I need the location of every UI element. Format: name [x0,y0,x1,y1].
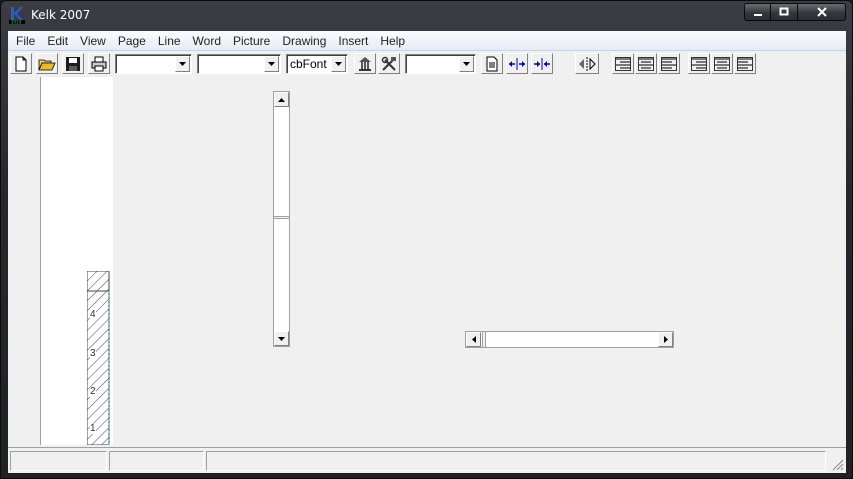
paragraph-center-icon [714,56,730,71]
align-right-button[interactable] [612,53,634,74]
contract-button[interactable] [531,53,553,74]
ruler-label-4: 4 [90,309,96,320]
client-area: File Edit View Page Line Word Picture Dr… [8,31,846,473]
toolbar: cbFont [8,52,846,74]
minimize-button[interactable] [744,3,771,21]
page-setup-button[interactable] [481,53,503,74]
flip-button[interactable] [575,53,599,74]
contract-arrows-icon [534,57,550,70]
save-button[interactable] [62,53,84,74]
chevron-down-icon[interactable] [331,56,346,72]
new-document-icon [15,56,27,71]
maximize-icon [779,7,789,16]
vertical-scrollbar[interactable] [273,91,290,347]
para-align-left-button[interactable] [734,53,756,74]
scroll-up-button[interactable] [274,92,289,107]
para-align-center-button[interactable] [711,53,733,74]
menu-insert[interactable]: Insert [332,32,374,50]
expand-button[interactable] [506,53,528,74]
align-left-icon [661,56,677,71]
scroll-thumb[interactable] [274,216,289,219]
font-combo[interactable]: cbFont [286,54,348,74]
expand-arrows-icon [509,57,525,70]
menu-page[interactable]: Page [112,32,152,50]
kelk-app-icon: 2010 [9,7,25,25]
close-button[interactable] [798,3,846,21]
menu-view[interactable]: View [74,32,112,50]
zoom-combo[interactable] [405,54,476,74]
arrow-right-icon [663,336,668,343]
align-center-icon [638,56,654,71]
chevron-down-icon[interactable] [175,56,190,72]
open-folder-icon [38,59,56,70]
font-tool-button[interactable] [354,53,376,74]
window-title: Kelk 2007 [31,8,91,22]
style-combo[interactable] [115,54,192,74]
align-right-icon [615,56,631,71]
scroll-right-button[interactable] [658,332,673,347]
new-document-button[interactable] [10,53,32,74]
font-combo-value: cbFont [290,57,327,71]
paragraph-right-icon [691,56,707,71]
font-tool-icon [359,56,371,71]
arrow-down-icon [278,336,285,341]
minimize-icon [753,14,762,16]
page-icon [486,56,498,71]
arrow-left-icon [471,336,476,343]
printer-icon [91,56,107,71]
title-bar[interactable]: 2010 Kelk 2007 [1,1,852,31]
hammer-wrench-icon [381,56,396,71]
maximize-button[interactable] [771,3,798,21]
scroll-thumb-horizontal[interactable] [482,332,486,347]
close-icon [816,7,827,17]
chevron-down-icon[interactable] [459,56,474,72]
left-margin-panel [8,77,41,445]
ruler-label-3: 3 [90,348,96,359]
save-disk-icon [66,56,80,71]
status-panel-3 [206,451,826,471]
horizontal-scrollbar[interactable] [465,331,674,348]
scroll-left-button[interactable] [466,332,481,347]
menu-line[interactable]: Line [152,32,187,50]
paragraph-left-icon [737,56,753,71]
menu-word[interactable]: Word [187,32,227,50]
menu-picture[interactable]: Picture [227,32,276,50]
ruler-label-2: 2 [90,386,96,397]
align-center-button[interactable] [635,53,657,74]
menu-edit[interactable]: Edit [41,32,74,50]
status-bar [8,447,846,473]
size-combo[interactable] [197,54,281,74]
status-panel-1 [10,451,107,471]
tools-button[interactable] [378,53,400,74]
resize-grip-icon[interactable] [832,459,844,471]
menu-bar: File Edit View Page Line Word Picture Dr… [8,31,846,51]
scroll-down-button[interactable] [274,331,289,346]
app-window: 2010 Kelk 2007 File Edit View Page Line … [0,0,853,479]
app-icon-caption: 2010 [11,20,22,25]
status-panel-2 [109,451,204,471]
chevron-down-icon[interactable] [264,56,279,72]
print-button[interactable] [88,53,110,74]
menu-file[interactable]: File [10,32,41,50]
open-button[interactable] [36,53,58,74]
menu-drawing[interactable]: Drawing [276,32,332,50]
align-left-button[interactable] [658,53,680,74]
menu-help[interactable]: Help [374,32,411,50]
flip-icon [579,56,596,71]
vertical-ruler: 4 3 2 1 [87,271,113,445]
arrow-up-icon [278,97,285,102]
ruler-label-1: 1 [90,423,96,434]
para-align-right-button[interactable] [688,53,710,74]
